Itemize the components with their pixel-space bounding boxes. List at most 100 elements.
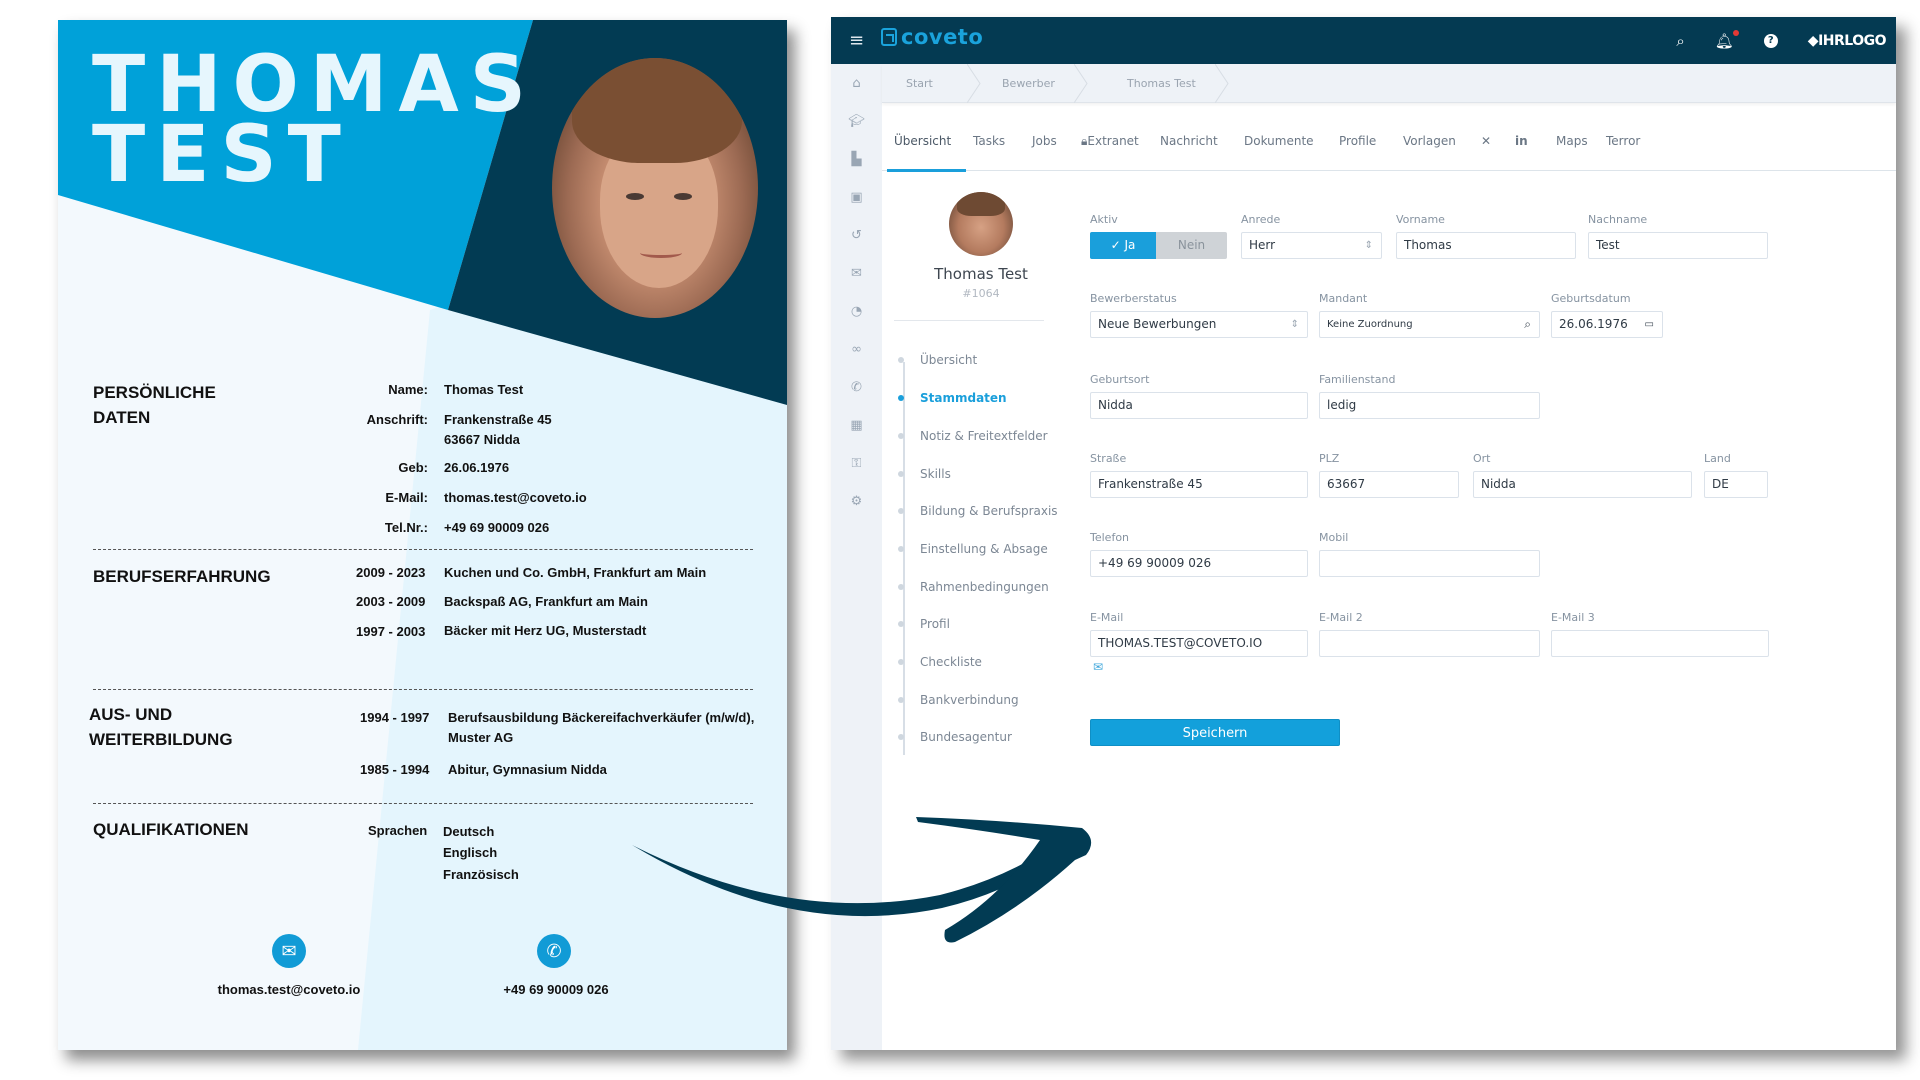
subnav-profil[interactable]: Profil bbox=[898, 617, 950, 631]
aktiv-yes-option[interactable]: ✓ Ja bbox=[1090, 232, 1156, 259]
mobil-input[interactable] bbox=[1319, 550, 1540, 577]
tab-profile[interactable]: Profile bbox=[1339, 134, 1376, 148]
search-icon[interactable]: ⌕ bbox=[1676, 32, 1684, 50]
search-icon[interactable]: ⌕ bbox=[1524, 312, 1531, 337]
bewerberstatus-select[interactable]: Neue Bewerbungen ⇕ bbox=[1090, 311, 1308, 338]
menu-icon[interactable]: ≡ bbox=[849, 30, 864, 51]
contact-card-icon[interactable]: ▣ bbox=[831, 190, 882, 205]
experience-entry: Bäcker mit Herz UG, Musterstadt bbox=[444, 623, 647, 638]
aktiv-no-option[interactable]: Nein bbox=[1156, 232, 1227, 259]
xing-icon[interactable]: ✕ bbox=[1481, 134, 1491, 148]
subnav-notiz[interactable]: Notiz & Freitextfelder bbox=[898, 429, 1048, 443]
link-icon[interactable]: ∞ bbox=[831, 342, 882, 357]
linkedin-icon[interactable]: in bbox=[1515, 134, 1528, 148]
subnav-stammdaten[interactable]: Stammdaten bbox=[898, 391, 1007, 405]
plz-input[interactable]: 63667 bbox=[1319, 471, 1459, 498]
mandant-lookup[interactable]: Keine Zuordnung ⌕ bbox=[1319, 311, 1540, 338]
pie-chart-icon[interactable]: ◔ bbox=[831, 304, 882, 319]
subnav-einstellung[interactable]: Einstellung & Absage bbox=[898, 542, 1048, 556]
label-address: Anschrift: bbox=[366, 412, 428, 427]
label-phone: Tel.Nr.: bbox=[384, 520, 428, 535]
tab-terror[interactable]: Terror bbox=[1606, 134, 1640, 148]
divider bbox=[93, 549, 753, 550]
telefon-input[interactable]: +49 69 90009 026 bbox=[1090, 550, 1308, 577]
breadcrumb-separator bbox=[1215, 64, 1229, 103]
familienstand-input[interactable]: ledig bbox=[1319, 392, 1540, 419]
vorname-input[interactable]: Thomas bbox=[1396, 232, 1576, 259]
arrow-icon bbox=[632, 817, 1092, 943]
select-arrows-icon: ⇕ bbox=[1290, 319, 1299, 330]
profile-id: #1064 bbox=[962, 287, 1000, 300]
breadcrumb-current[interactable]: Thomas Test bbox=[1127, 64, 1196, 103]
cv-last-name: TEST bbox=[92, 110, 352, 200]
breadcrumb: Start Bewerber Thomas Test bbox=[882, 64, 1896, 103]
subnav-bankverbindung[interactable]: Bankverbindung bbox=[898, 693, 1019, 707]
label-mandant: Mandant bbox=[1319, 292, 1368, 305]
label-geburtsdatum: Geburtsdatum bbox=[1551, 292, 1631, 305]
language-item: Englisch bbox=[443, 845, 498, 860]
user-lock-icon[interactable]: ⚿ bbox=[831, 456, 882, 471]
email2-input[interactable] bbox=[1319, 630, 1540, 657]
tab-uebersicht[interactable]: Übersicht bbox=[894, 134, 951, 148]
breadcrumb-separator bbox=[967, 64, 981, 103]
app-header: ≡ coveto ⌕ 🔔︎ ? ◆IHRLOGO bbox=[831, 17, 1896, 64]
save-button[interactable]: Speichern bbox=[1090, 719, 1340, 746]
strasse-input[interactable]: Frankenstraße 45 bbox=[1090, 471, 1308, 498]
education-years: 1994 - 1997 bbox=[360, 710, 430, 725]
tab-jobs[interactable]: Jobs bbox=[1032, 134, 1057, 148]
send-mail-icon[interactable]: ✉ bbox=[1093, 660, 1103, 674]
factory-icon[interactable]: ▙ bbox=[831, 152, 882, 167]
tab-nachricht[interactable]: Nachricht bbox=[1160, 134, 1218, 148]
divider bbox=[93, 689, 753, 690]
email-input[interactable]: THOMAS.TEST@COVETO.IO bbox=[1090, 630, 1308, 657]
value-address-city: 63667 Nidda bbox=[444, 432, 520, 447]
value-phone: +49 69 90009 026 bbox=[444, 520, 550, 535]
history-icon[interactable]: ↺ bbox=[831, 228, 882, 243]
geburtsort-input[interactable]: Nidda bbox=[1090, 392, 1308, 419]
label-name: Name: bbox=[388, 382, 428, 397]
envelope-icon[interactable]: ✉ bbox=[831, 266, 882, 281]
tab-maps[interactable]: Maps bbox=[1556, 134, 1588, 148]
anrede-select[interactable]: Herr ⇕ bbox=[1241, 232, 1382, 259]
label-ort: Ort bbox=[1473, 452, 1491, 465]
education-entry: Berufsausbildung Bäckereifachverkäufer (… bbox=[448, 710, 755, 725]
subnav-checkliste[interactable]: Checkliste bbox=[898, 655, 982, 669]
label-email3: E-Mail 3 bbox=[1551, 611, 1595, 624]
profile-avatar[interactable] bbox=[949, 192, 1013, 256]
breadcrumb-start[interactable]: Start bbox=[906, 64, 933, 103]
email3-input[interactable] bbox=[1551, 630, 1769, 657]
aktiv-toggle[interactable]: ✓ Ja Nein bbox=[1090, 232, 1227, 259]
envelope-icon: ✉ bbox=[272, 934, 306, 968]
help-icon[interactable]: ? bbox=[1763, 33, 1778, 48]
geburtsdatum-input[interactable]: 26.06.1976 ▭ bbox=[1551, 311, 1663, 338]
gears-icon[interactable]: ⚙ bbox=[831, 494, 882, 509]
tab-bar: Übersicht Tasks Jobs 🔒︎Extranet Nachrich… bbox=[882, 103, 1896, 172]
label-vorname: Vorname bbox=[1396, 213, 1445, 226]
phone-icon[interactable]: ✆ bbox=[831, 380, 882, 395]
section-title-experience: BERUFSERFAHRUNG bbox=[93, 567, 271, 586]
subnav-bildung[interactable]: Bildung & Berufspraxis bbox=[898, 504, 1058, 518]
subnav-skills[interactable]: Skills bbox=[898, 467, 951, 481]
label-anrede: Anrede bbox=[1241, 213, 1281, 226]
tab-dokumente[interactable]: Dokumente bbox=[1244, 134, 1314, 148]
calendar-icon[interactable]: ▭ bbox=[1645, 312, 1654, 337]
tab-tasks[interactable]: Tasks bbox=[973, 134, 1005, 148]
calendar-icon[interactable]: ▦ bbox=[831, 418, 882, 433]
nachname-input[interactable]: Test bbox=[1588, 232, 1768, 259]
footer-email: thomas.test@coveto.io bbox=[217, 982, 361, 997]
bell-icon[interactable]: 🔔︎ bbox=[1715, 29, 1739, 50]
subnav-bundesagentur[interactable]: Bundesagentur bbox=[898, 730, 1012, 744]
graduation-cap-icon[interactable]: 🎓︎ bbox=[831, 114, 882, 129]
land-input[interactable]: DE bbox=[1704, 471, 1768, 498]
subnav-uebersicht[interactable]: Übersicht bbox=[898, 353, 977, 367]
tab-vorlagen[interactable]: Vorlagen bbox=[1403, 134, 1456, 148]
cv-portrait-photo bbox=[552, 58, 758, 318]
label-email: E-Mail bbox=[1090, 611, 1124, 624]
home-icon[interactable]: ⌂ bbox=[831, 76, 882, 91]
tab-extranet[interactable]: 🔒︎Extranet bbox=[1081, 134, 1139, 149]
breadcrumb-bewerber[interactable]: Bewerber bbox=[1002, 64, 1055, 103]
coveto-logo[interactable]: coveto bbox=[881, 25, 983, 49]
divider bbox=[894, 320, 1044, 321]
subnav-rahmenbedingungen[interactable]: Rahmenbedingungen bbox=[898, 580, 1049, 594]
ort-input[interactable]: Nidda bbox=[1473, 471, 1692, 498]
